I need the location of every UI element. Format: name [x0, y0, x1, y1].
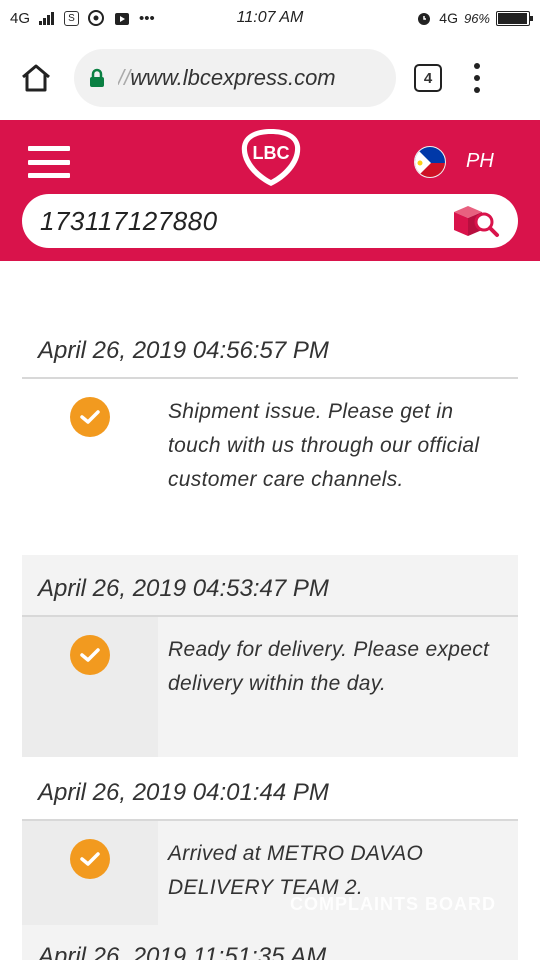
entry-icon-cell: [22, 379, 158, 555]
country-label[interactable]: PH: [466, 150, 494, 173]
tracking-number-input[interactable]: 173117127880: [40, 206, 450, 237]
url-domain: www.lbcexpress.com: [130, 65, 336, 90]
entry-date: April 26, 2019 04:56:57 PM: [22, 261, 518, 379]
hamburger-line: [28, 173, 70, 178]
hamburger-menu-button[interactable]: [28, 146, 70, 178]
address-bar[interactable]: //www.lbcexpress.com: [74, 49, 396, 107]
lock-icon: [88, 68, 106, 88]
entry-date: April 26, 2019 11:51:35 AM: [22, 925, 518, 960]
track-package-search-icon[interactable]: [450, 202, 500, 240]
status-bar: 4G S ••• 11:07 AM 4G 96%: [0, 0, 540, 36]
browser-menu-button[interactable]: [472, 63, 482, 93]
url-scheme: //: [118, 65, 131, 90]
logo-text: LBC: [253, 143, 290, 163]
menu-dot-icon: [474, 87, 480, 93]
battery-icon: [496, 10, 533, 26]
hamburger-line: [28, 146, 70, 151]
menu-dot-icon: [474, 63, 480, 69]
timeline-entry: April 26, 2019 04:53:47 PM Ready for del…: [0, 555, 540, 757]
status-time: 11:07 AM: [236, 9, 304, 26]
entry-icon-cell: [22, 617, 158, 757]
url-text: //www.lbcexpress.com: [118, 65, 336, 91]
entry-body: Ready for delivery. Please expect delive…: [22, 617, 518, 757]
tab-switcher-button[interactable]: 4: [414, 64, 442, 92]
timeline-entry: April 26, 2019 04:56:57 PM Shipment issu…: [0, 261, 540, 555]
entry-date: April 26, 2019 04:53:47 PM: [22, 555, 518, 617]
site-header: LBC PH 173117127880: [0, 120, 540, 261]
check-circle-icon: [70, 397, 110, 437]
home-icon: [22, 64, 50, 92]
watermark: COMPLAINTS BOARD: [290, 894, 496, 914]
tracking-timeline: April 26, 2019 04:56:57 PM Shipment issu…: [0, 261, 540, 960]
entry-icon-cell: [22, 821, 158, 925]
tracking-search-box[interactable]: 173117127880: [22, 194, 518, 248]
home-button[interactable]: [14, 56, 58, 100]
menu-dot-icon: [474, 75, 480, 81]
entry-status: Shipment issue. Please get in touch with…: [168, 400, 480, 491]
ph-flag-icon[interactable]: [414, 146, 446, 178]
check-circle-icon: [70, 635, 110, 675]
check-circle-icon: [70, 839, 110, 879]
timeline-entry: April 26, 2019 11:51:35 AM: [0, 925, 540, 960]
entry-status: Ready for delivery. Please expect delive…: [168, 638, 490, 695]
browser-toolbar: //www.lbcexpress.com 4: [0, 36, 540, 120]
lbc-logo[interactable]: LBC: [236, 126, 306, 190]
entry-body: Shipment issue. Please get in touch with…: [22, 379, 518, 555]
hamburger-line: [28, 159, 70, 165]
entry-date: April 26, 2019 04:01:44 PM: [22, 757, 518, 821]
